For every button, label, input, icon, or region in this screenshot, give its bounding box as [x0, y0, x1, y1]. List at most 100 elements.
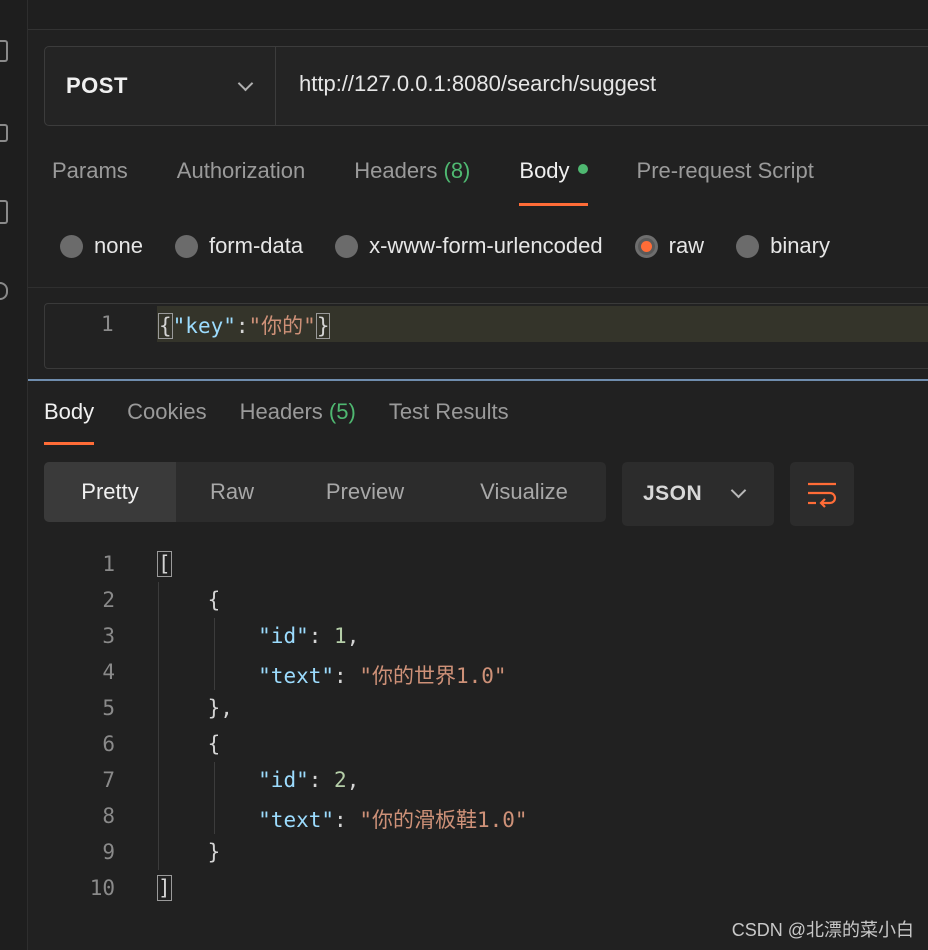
method-label: POST: [66, 73, 128, 98]
line-number: 7: [102, 768, 115, 792]
radio-x-www-form-urlencoded[interactable]: x-www-form-urlencoded: [335, 233, 603, 259]
wrap-lines-icon: [808, 482, 837, 508]
tab-headers[interactable]: Headers (8): [354, 158, 470, 198]
radio-icon: [335, 234, 359, 258]
indent-guide: [214, 762, 215, 834]
line-number: 3: [102, 624, 115, 648]
code-text: "id": 2,: [157, 768, 359, 792]
tab-params[interactable]: Params: [52, 158, 128, 198]
json-punctuation: {: [157, 588, 221, 612]
code-text: "id": 1,: [157, 624, 359, 648]
chevron-down-icon: [730, 482, 747, 499]
json-punctuation: [157, 808, 258, 832]
json-string: "你的": [248, 314, 316, 338]
code-text: "text": "你的滑板鞋1.0": [157, 804, 528, 834]
view-raw-button[interactable]: Raw: [176, 462, 288, 522]
json-punctuation: :: [334, 808, 360, 832]
json-key: "id": [258, 624, 309, 648]
json-punctuation: ]: [157, 875, 172, 901]
url-input[interactable]: http://127.0.0.1:8080/search/suggest: [276, 47, 928, 125]
radio-binary[interactable]: binary: [736, 233, 830, 259]
radio-raw[interactable]: raw: [634, 233, 704, 259]
json-key: "key": [172, 314, 236, 338]
code-line: 2 {: [44, 582, 904, 618]
line-number: 1: [101, 312, 114, 336]
code-line: 6 {: [44, 726, 904, 762]
method-select[interactable]: POST: [45, 47, 276, 125]
code-text: {: [157, 732, 221, 756]
view-mode-segment: Pretty Raw Preview Visualize: [44, 462, 606, 522]
radio-icon: [174, 234, 198, 258]
tab-test-results[interactable]: Test Results: [389, 399, 509, 439]
json-number: 2: [334, 768, 347, 792]
code-text: ]: [157, 875, 172, 901]
json-string: "你的滑板鞋1.0": [359, 808, 528, 832]
tab-response-body[interactable]: Body: [44, 399, 95, 445]
request-bar: POST http://127.0.0.1:8080/search/sugges…: [44, 46, 928, 126]
sidebar-icon[interactable]: [0, 124, 8, 142]
left-sidebar: [0, 0, 28, 950]
json-punctuation: {: [157, 732, 221, 756]
chevron-down-icon: [237, 75, 254, 92]
format-select[interactable]: JSON: [622, 462, 774, 526]
json-punctuation: :: [308, 768, 335, 792]
line-number: 6: [102, 732, 115, 756]
code-text: "text": "你的世界1.0": [157, 660, 507, 690]
radio-form-data[interactable]: form-data: [174, 233, 303, 259]
view-pretty-button[interactable]: Pretty: [44, 462, 176, 522]
line-number: 5: [102, 696, 115, 720]
headers-count: (8): [443, 158, 471, 183]
radio-none[interactable]: none: [60, 233, 143, 259]
view-visualize-button[interactable]: Visualize: [442, 462, 606, 522]
json-number: 1: [334, 624, 347, 648]
request-tabs: Params Authorization Headers (8) Body Pr…: [52, 158, 863, 208]
json-punctuation: [157, 768, 258, 792]
sidebar-icon[interactable]: [0, 282, 8, 300]
line-number: 10: [89, 876, 115, 900]
bracket-match: [: [157, 551, 172, 577]
code-line: 5 },: [44, 690, 904, 726]
sidebar-icon[interactable]: [0, 200, 8, 224]
watermark: CSDN @北漂的菜小白: [731, 920, 914, 940]
radio-icon: [60, 234, 83, 258]
json-punctuation: },: [157, 696, 233, 720]
body-type-group: none form-data x-www-form-urlencoded raw…: [60, 232, 862, 260]
code-line: 3 "id": 1,: [44, 618, 904, 654]
json-punctuation: [157, 624, 258, 648]
wrap-lines-button[interactable]: [790, 462, 854, 526]
line-number: 4: [102, 660, 115, 684]
line-number: 2: [102, 588, 115, 612]
tab-cookies[interactable]: Cookies: [127, 399, 206, 439]
view-preview-button[interactable]: Preview: [288, 462, 442, 522]
tab-body[interactable]: Body: [519, 158, 588, 206]
format-label: JSON: [643, 482, 703, 505]
sidebar-icon[interactable]: [0, 40, 8, 62]
pane-divider[interactable]: [28, 379, 928, 381]
json-punctuation: [157, 664, 258, 688]
response-body-viewer[interactable]: 1[2 {3 "id": 1, 4 "text": "你的世界1.0" 5 }, 6 …: [44, 546, 904, 906]
radio-icon: [736, 234, 760, 258]
json-punctuation: ,: [346, 624, 360, 648]
body-active-dot-icon: [577, 164, 588, 175]
close-brace: }: [315, 313, 331, 339]
code-line: 8 "text": "你的滑板鞋1.0": [44, 798, 904, 834]
code-text: },: [157, 696, 233, 720]
request-body-editor[interactable]: 1 {"key":"你的"}: [44, 303, 928, 369]
json-punctuation: :: [308, 624, 335, 648]
json-colon: :: [235, 314, 249, 338]
response-tabs: Body Cookies Headers (5) Test Results: [44, 399, 542, 445]
open-brace: {: [158, 313, 173, 339]
json-string: "你的世界1.0": [359, 664, 507, 688]
json-punctuation: :: [334, 664, 360, 688]
tab-pre-request-script[interactable]: Pre-request Script: [637, 158, 814, 198]
radio-selected-icon: [634, 234, 658, 258]
separator: [28, 287, 928, 288]
request-body-code: {"key":"你的"}: [158, 310, 331, 340]
top-strip: [28, 0, 928, 30]
tab-response-headers[interactable]: Headers (5): [240, 399, 356, 439]
tab-authorization[interactable]: Authorization: [177, 158, 305, 198]
code-line: 10]: [44, 870, 904, 906]
bracket-match: ]: [157, 875, 172, 901]
json-punctuation: }: [157, 840, 221, 864]
code-text: }: [157, 840, 221, 864]
